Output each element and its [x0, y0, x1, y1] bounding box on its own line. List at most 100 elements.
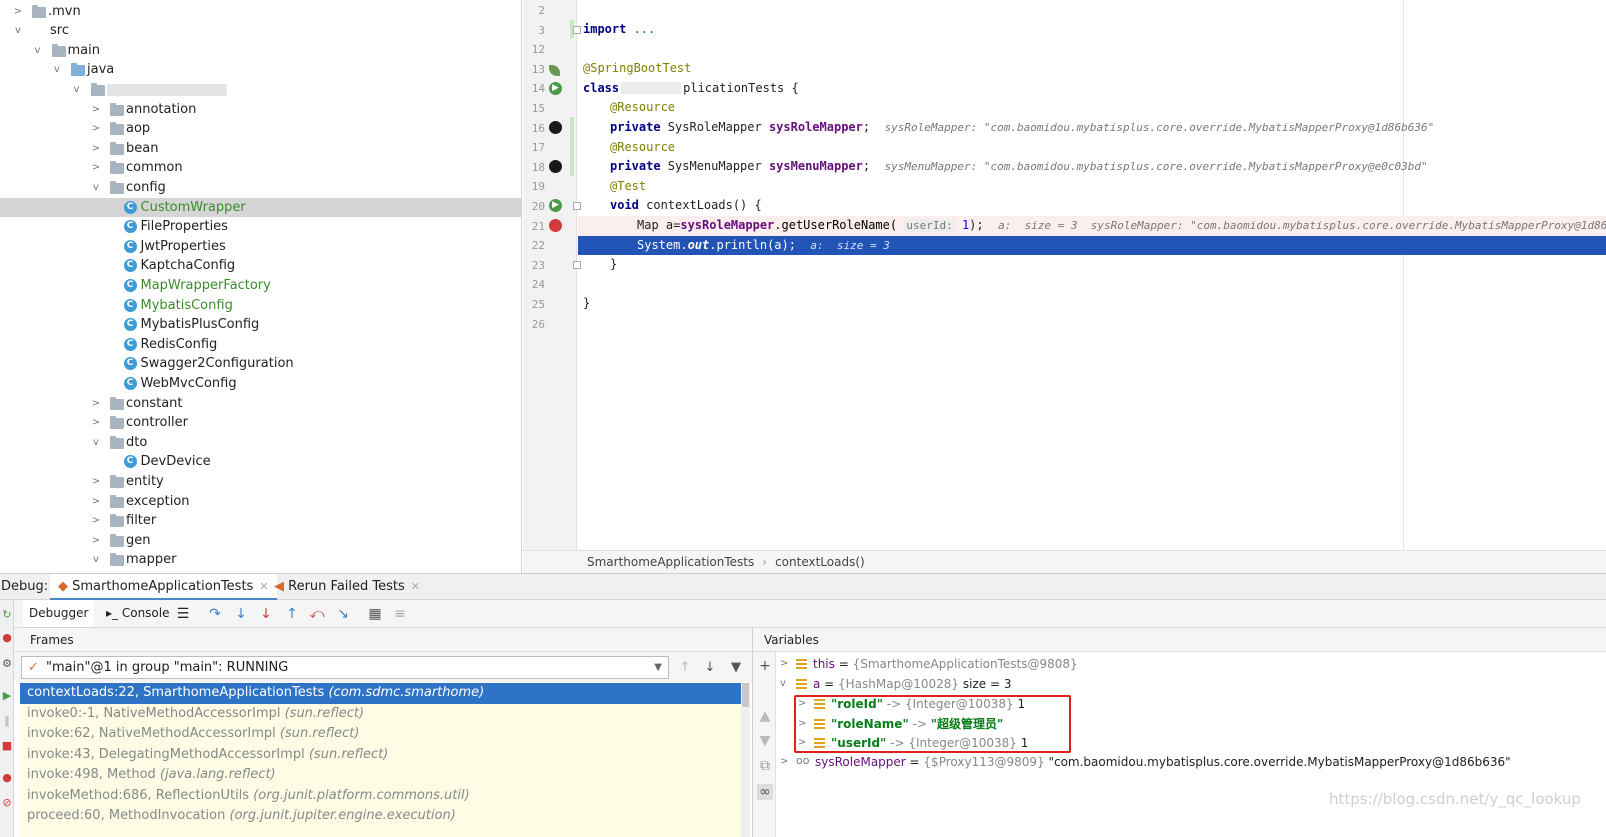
breakpoint-icon[interactable]	[549, 219, 562, 232]
code-line-15[interactable]: @Resource	[578, 98, 1606, 118]
tree-item[interactable]: C MybatisPlusConfig	[0, 315, 521, 335]
tree-item[interactable]: C JwtProperties	[0, 237, 521, 257]
chevron-down-icon[interactable]: v	[32, 41, 44, 61]
evaluate-expression-icon[interactable]: ▦	[366, 605, 384, 623]
breadcrumb-class[interactable]: SmarthomeApplicationTests	[587, 555, 754, 569]
code-line-14[interactable]: class plicationTests {	[578, 79, 1606, 99]
run-test-icon[interactable]: ▶	[549, 82, 562, 95]
view-breakpoints-icon[interactable]: ●	[1, 772, 13, 784]
tree-item[interactable]: C WebMvcConfig	[0, 374, 521, 394]
tree-item[interactable]: v src	[0, 21, 521, 41]
chevron-right-icon[interactable]: >	[90, 100, 102, 120]
tree-item[interactable]: C DevDevice	[0, 452, 521, 472]
code-line-3[interactable]: import ...	[578, 20, 1606, 40]
frame-row[interactable]: proceed:60, MethodInvocation (org.junit.…	[20, 806, 742, 827]
arrow-up-icon[interactable]: ↑	[678, 661, 692, 675]
stop-icon[interactable]: ■	[1, 740, 13, 752]
chevron-right-icon[interactable]: >	[90, 472, 102, 492]
code-line-19[interactable]: @Test	[578, 177, 1606, 197]
settings-icon[interactable]: ⚙	[1, 658, 13, 670]
chevron-down-icon[interactable]: v	[90, 550, 102, 570]
chevron-down-icon[interactable]: v	[90, 433, 102, 453]
chevron-right-icon[interactable]: >	[12, 2, 24, 22]
tree-item[interactable]: C MapWrapperFactory	[0, 276, 521, 296]
drop-frame-icon[interactable]: ⤺	[308, 605, 326, 623]
code-line-13[interactable]: @SpringBootTest	[578, 59, 1606, 79]
tree-item[interactable]: v main	[0, 41, 521, 61]
bean-navigate-icon[interactable]	[549, 160, 562, 173]
force-step-into-icon[interactable]: ↓	[257, 605, 275, 623]
tree-item[interactable]: C FileProperties	[0, 217, 521, 237]
tree-item[interactable]: > common	[0, 158, 521, 178]
resume-icon[interactable]: ▶	[1, 690, 13, 702]
tree-item[interactable]: C MybatisConfig	[0, 296, 521, 316]
tree-item[interactable]: v dto	[0, 433, 521, 453]
chevron-right-icon[interactable]: >	[90, 492, 102, 512]
code-line-23[interactable]: }	[578, 255, 1606, 275]
folded-imports[interactable]: ...	[626, 22, 656, 36]
step-into-icon[interactable]: ↓	[232, 605, 250, 623]
chevron-down-icon[interactable]: v	[780, 674, 790, 694]
tree-item[interactable]: v config	[0, 178, 521, 198]
frames-list[interactable]: contextLoads:22, SmarthomeApplicationTes…	[20, 683, 750, 837]
tab-rerun-failed[interactable]: ◀ Rerun Failed Tests ✕	[266, 574, 428, 600]
frame-row[interactable]: invoke0:-1, NativeMethodAccessorImpl (su…	[20, 704, 742, 725]
tab-console[interactable]: ▸_ Console	[100, 600, 175, 627]
chevron-down-icon[interactable]: v	[12, 21, 24, 41]
move-up-icon[interactable]: ▲	[757, 708, 773, 724]
code-line-21[interactable]: Map a=sysRoleMapper.getUserRoleName( use…	[578, 216, 1606, 236]
tree-item[interactable]: C RedisConfig	[0, 335, 521, 355]
step-out-icon[interactable]: ↑	[283, 605, 301, 623]
scrollbar-thumb[interactable]	[742, 683, 749, 707]
bean-navigate-icon[interactable]	[549, 121, 562, 134]
move-down-icon[interactable]: ▼	[757, 733, 773, 749]
rerun-failed-icon[interactable]: ●	[1, 632, 13, 644]
close-icon[interactable]: ✕	[411, 580, 420, 593]
frame-row[interactable]: invoke:498, Method (java.lang.reflect)	[20, 765, 742, 786]
tree-item[interactable]: > filter	[0, 511, 521, 531]
tree-item[interactable]: > controller	[0, 413, 521, 433]
chevron-right-icon[interactable]: >	[90, 511, 102, 531]
filter-icon[interactable]: ▼	[729, 661, 743, 675]
pause-icon[interactable]: ‖	[1, 715, 13, 727]
thread-select[interactable]: ✓ "main"@1 in group "main": RUNNING ▼	[21, 656, 669, 679]
chevron-right-icon[interactable]: >	[90, 139, 102, 159]
code-line-16[interactable]: private SysRoleMapper sysRoleMapper; sys…	[578, 118, 1606, 138]
chevron-down-icon[interactable]: v	[71, 80, 83, 100]
tree-item[interactable]: C Swagger2Configuration	[0, 354, 521, 374]
tree-item[interactable]: > exception	[0, 492, 521, 512]
code-line-18[interactable]: private SysMenuMapper sysMenuMapper; sys…	[578, 157, 1606, 177]
tree-item[interactable]: v mapper	[0, 550, 521, 570]
code-line-25[interactable]: }	[578, 294, 1606, 314]
frames-scrollbar[interactable]	[741, 683, 750, 837]
breadcrumb-method[interactable]: contextLoads()	[775, 555, 865, 569]
chevron-right-icon[interactable]: >	[90, 531, 102, 551]
tree-item[interactable]: v java	[0, 60, 521, 80]
chevron-right-icon[interactable]: >	[90, 413, 102, 433]
chevron-down-icon[interactable]: v	[51, 60, 63, 80]
chevron-right-icon[interactable]: >	[90, 158, 102, 178]
rerun-icon[interactable]: ↻	[1, 609, 13, 621]
tree-item[interactable]: > entity	[0, 472, 521, 492]
run-to-cursor-icon[interactable]: ↘	[334, 605, 352, 623]
trace-stream-icon[interactable]: ≡	[391, 605, 409, 623]
tree-item[interactable]: > bean	[0, 139, 521, 159]
tree-item[interactable]: C CustomWrapper	[0, 197, 521, 218]
tab-smarthome-tests[interactable]: ◆ SmarthomeApplicationTests ✕	[50, 574, 277, 600]
fold-toggle-icon[interactable]	[573, 261, 581, 269]
fold-toggle-icon[interactable]	[573, 202, 581, 210]
show-watches-icon[interactable]: ∞	[757, 784, 773, 800]
tree-item[interactable]: v	[0, 80, 521, 100]
tree-item[interactable]: > constant	[0, 394, 521, 414]
run-test-icon[interactable]: ▶	[549, 199, 562, 212]
project-tree[interactable]: > .mvn v src v main v java v > annotation > aop > bean…	[0, 0, 522, 573]
frame-row[interactable]: invoke:43, DelegatingMethodAccessorImpl …	[20, 745, 742, 766]
tree-item[interactable]: > gen	[0, 531, 521, 551]
add-watch-icon[interactable]: +	[757, 658, 773, 674]
frame-row[interactable]: invoke:62, NativeMethodAccessorImpl (sun…	[20, 724, 742, 745]
mute-breakpoints-icon[interactable]: ⊘	[1, 797, 13, 809]
code-line-17[interactable]: @Resource	[578, 138, 1606, 158]
chevron-right-icon[interactable]: >	[90, 119, 102, 139]
arrow-down-icon[interactable]: ↓	[703, 661, 717, 675]
frame-row[interactable]: contextLoads:22, SmarthomeApplicationTes…	[20, 683, 742, 704]
